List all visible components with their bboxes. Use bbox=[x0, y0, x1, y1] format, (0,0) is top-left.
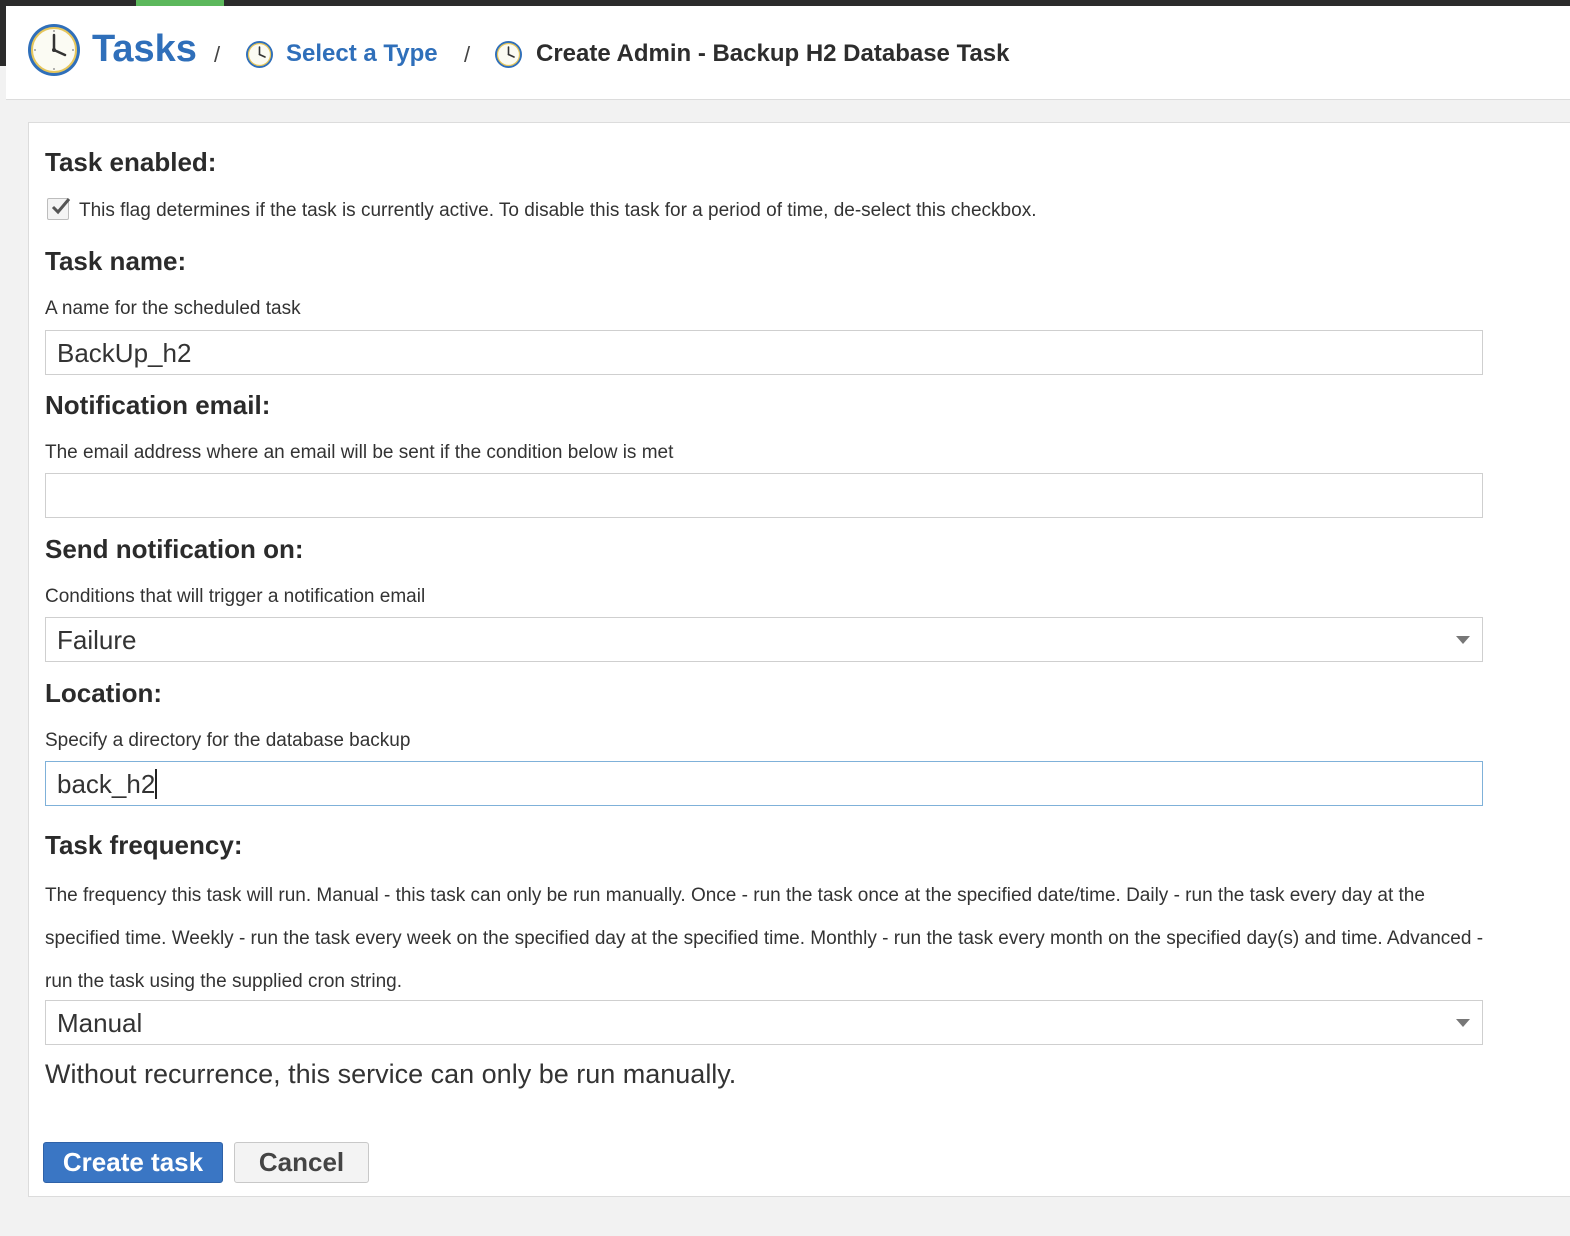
chevron-down-icon bbox=[1456, 1019, 1470, 1027]
location-heading: Location: bbox=[45, 678, 162, 708]
notification-email-input[interactable] bbox=[45, 473, 1483, 518]
task-name-heading: Task name: bbox=[45, 246, 187, 276]
task-frequency-selected: Manual bbox=[57, 1008, 143, 1038]
task-enabled-checkbox[interactable] bbox=[47, 198, 71, 220]
task-form: Task enabled: This flag determines if th… bbox=[28, 122, 1570, 1197]
task-frequency-description: The frequency this task will run. Manual… bbox=[45, 885, 1484, 992]
clock-icon bbox=[28, 24, 80, 76]
task-name-value: BackUp_h2 bbox=[57, 338, 192, 368]
chevron-down-icon bbox=[1456, 636, 1470, 644]
task-name-description: A name for the scheduled task bbox=[45, 298, 301, 319]
location-value: back_h2 bbox=[57, 769, 156, 799]
notification-email-description: The email address where an email will be… bbox=[45, 442, 674, 463]
breadcrumb-separator: / bbox=[464, 42, 471, 67]
task-name-input[interactable]: BackUp_h2 bbox=[45, 330, 1483, 375]
clock-icon bbox=[246, 41, 273, 68]
recurrence-hint: Without recurrence, this service can onl… bbox=[45, 1059, 737, 1089]
send-notification-select[interactable]: Failure bbox=[45, 617, 1483, 662]
create-task-button[interactable]: Create task bbox=[43, 1142, 223, 1183]
task-enabled-heading: Task enabled: bbox=[45, 147, 217, 177]
task-frequency-select[interactable]: Manual bbox=[45, 1000, 1483, 1045]
cancel-button[interactable]: Cancel bbox=[234, 1142, 369, 1183]
send-notification-heading: Send notification on: bbox=[45, 534, 304, 564]
notification-email-heading: Notification email: bbox=[45, 390, 271, 420]
checkmark-icon bbox=[51, 198, 71, 215]
breadcrumb-select-type-link[interactable]: Select a Type bbox=[286, 40, 438, 68]
breadcrumb-separator: / bbox=[214, 42, 221, 67]
text-cursor bbox=[155, 769, 158, 799]
send-notification-selected: Failure bbox=[57, 625, 137, 655]
location-description: Specify a directory for the database bac… bbox=[45, 730, 411, 751]
breadcrumb: Tasks / Select a Type / Create Admin - B… bbox=[6, 6, 1570, 100]
task-enabled-description: This flag determines if the task is curr… bbox=[79, 200, 1037, 221]
breadcrumb-current-page: Create Admin - Backup H2 Database Task bbox=[536, 40, 1010, 67]
breadcrumb-tasks-link[interactable]: Tasks bbox=[92, 28, 197, 71]
send-notification-description: Conditions that will trigger a notificat… bbox=[45, 586, 426, 607]
location-input[interactable]: back_h2 bbox=[45, 761, 1483, 806]
clock-icon bbox=[495, 41, 522, 68]
task-frequency-heading: Task frequency: bbox=[45, 830, 243, 860]
